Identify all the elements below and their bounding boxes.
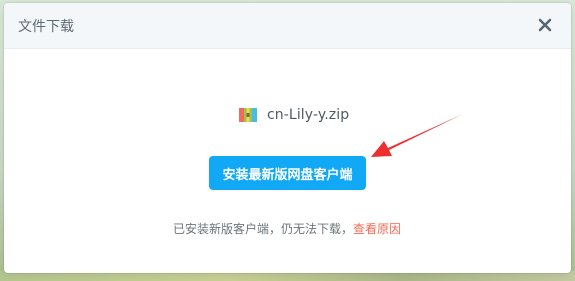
install-hint-text: 已安装新版客户端，仍无法下载，: [173, 222, 354, 236]
file-name: cn-Lily-y.zip: [267, 107, 350, 123]
close-button[interactable]: [535, 15, 555, 35]
file-download-dialog: 文件下载 cn-Lily-y.zip 安装最新版网盘客户端 已安装新版客户端，仍…: [4, 3, 571, 273]
archive-file-icon: [239, 108, 257, 122]
install-hint: 已安装新版客户端，仍无法下载，查看原因: [173, 220, 401, 237]
view-reason-link[interactable]: 查看原因: [353, 222, 401, 236]
dialog-header: 文件下载: [4, 3, 571, 49]
install-client-button[interactable]: 安装最新版网盘客户端: [209, 156, 366, 190]
close-icon: [538, 18, 552, 32]
dialog-title: 文件下载: [18, 19, 74, 35]
file-info: cn-Lily-y.zip: [238, 104, 349, 126]
pointer-arrow-icon: [371, 114, 463, 157]
